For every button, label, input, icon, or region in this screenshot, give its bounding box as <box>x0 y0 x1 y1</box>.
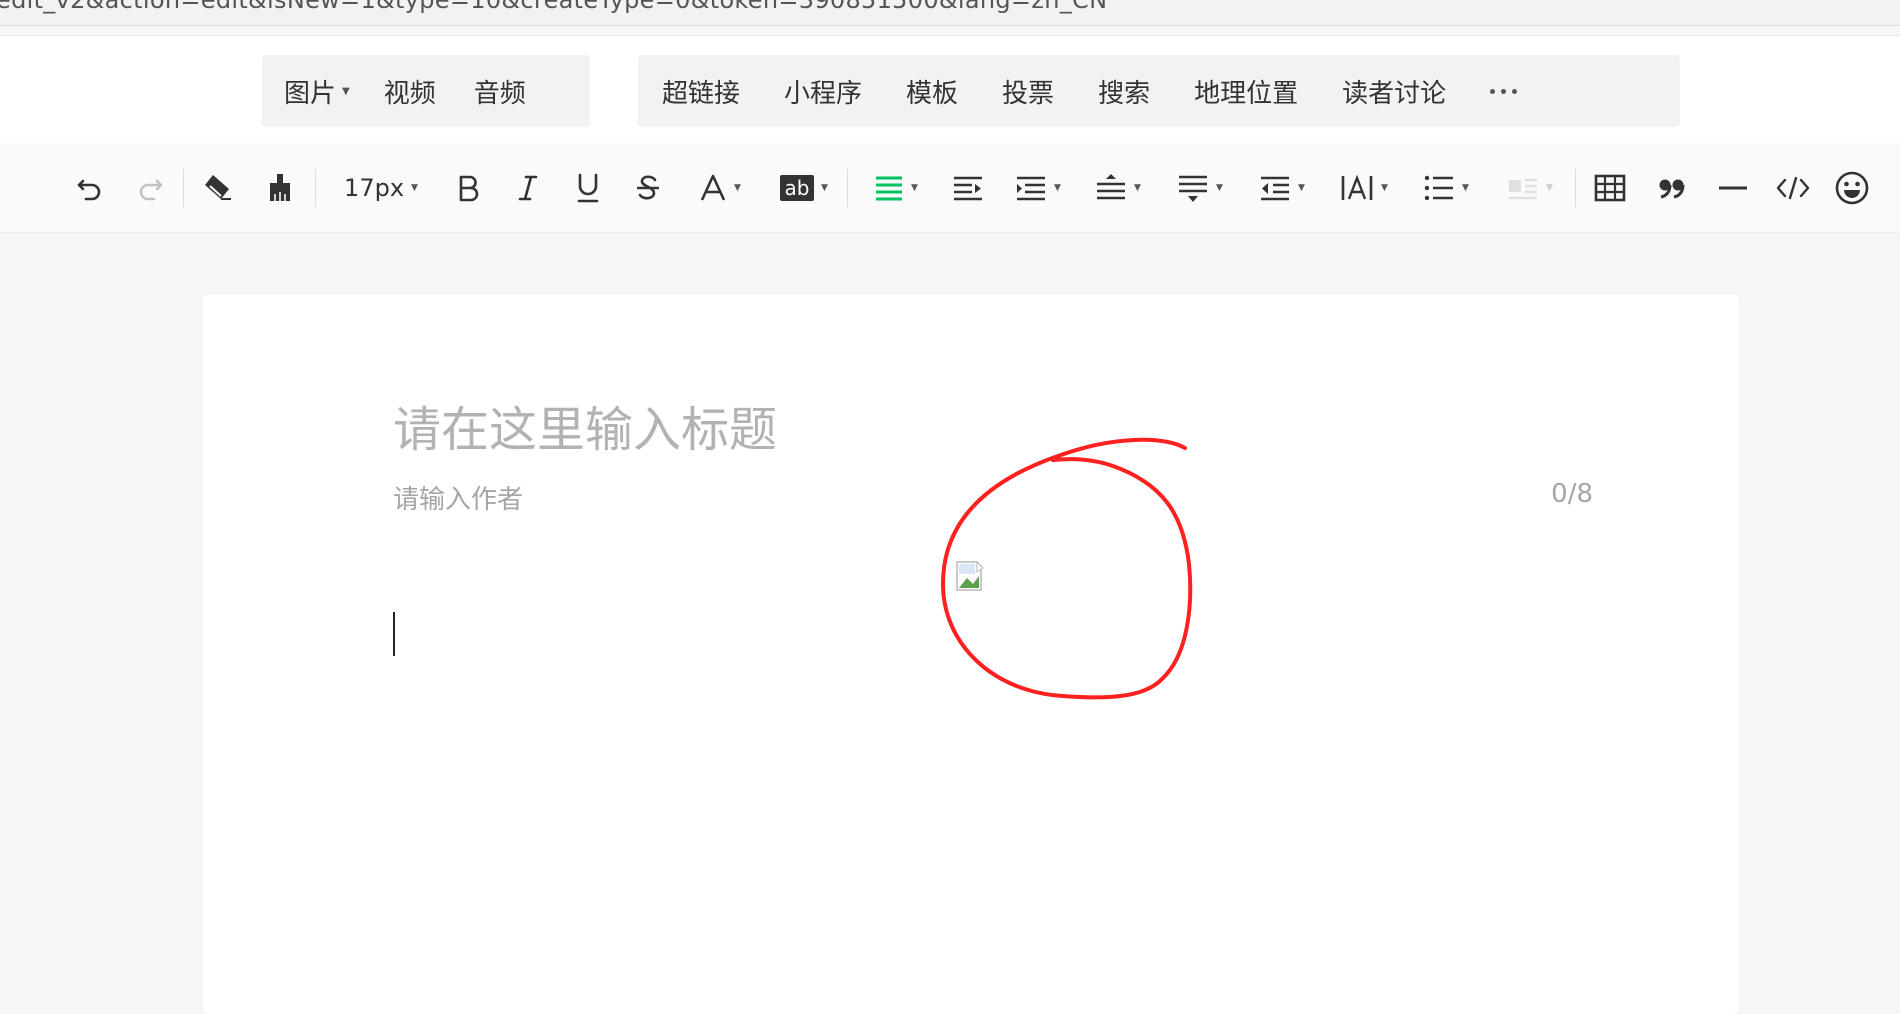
annotation-circle <box>941 437 1193 700</box>
chevron-down-icon: ▼ <box>1216 183 1223 193</box>
more-dots-icon[interactable] <box>1490 88 1518 94</box>
chevron-down-icon: ▼ <box>734 183 741 193</box>
chevron-down-icon: ▼ <box>411 183 418 193</box>
author-char-counter: 0/8 <box>1551 479 1593 509</box>
code-icon[interactable] <box>1773 165 1813 211</box>
chevron-down-icon: ▼ <box>1546 183 1553 193</box>
align-icon[interactable]: ▼ <box>866 165 926 211</box>
author-input[interactable]: 请输入作者 <box>393 479 523 516</box>
insert-audio-button[interactable]: 音频 <box>474 73 526 110</box>
text-indent-icon[interactable]: ▼ <box>1008 165 1068 211</box>
insert-hyperlink-button[interactable]: 超链接 <box>662 73 740 110</box>
chevron-down-icon: ▼ <box>1054 183 1061 193</box>
insert-video-button[interactable]: 视频 <box>384 73 436 110</box>
insert-miniprogram-button[interactable]: 小程序 <box>784 73 862 110</box>
insert-search-button[interactable]: 搜索 <box>1098 73 1150 110</box>
divider-icon[interactable] <box>1713 165 1753 211</box>
chevron-down-icon: ▼ <box>342 85 350 97</box>
background-color-icon[interactable]: ab ▼ <box>772 165 836 211</box>
quote-icon[interactable] <box>1652 165 1692 211</box>
insert-discussion-button[interactable]: 读者讨论 <box>1342 73 1446 110</box>
eraser-icon[interactable] <box>198 165 238 211</box>
insert-image-button[interactable]: 图片 ▼ <box>284 73 350 110</box>
font-size-select[interactable]: 17px ▼ <box>336 165 426 211</box>
emoji-icon[interactable] <box>1830 165 1874 211</box>
list-icon[interactable]: ▼ <box>1416 165 1476 211</box>
insert-toolbar: 图片 ▼ 视频 音频 超链接 小程序 模板 投票 搜索 地理位置 读者讨论 <box>0 35 1900 143</box>
text-cursor[interactable] <box>393 612 395 656</box>
insert-vote-button[interactable]: 投票 <box>1002 73 1054 110</box>
insert-location-button[interactable]: 地理位置 <box>1194 73 1298 110</box>
paragraph-spacing-icon[interactable]: ▼ <box>1170 165 1230 211</box>
insert-template-button[interactable]: 模板 <box>906 73 958 110</box>
chevron-down-icon: ▼ <box>821 183 828 193</box>
url-text: edit_v2&action=edit&isNew=1&type=10&crea… <box>0 0 1108 14</box>
line-indent-icon[interactable]: ▼ <box>1252 165 1312 211</box>
address-bar[interactable]: edit_v2&action=edit&isNew=1&type=10&crea… <box>0 0 1900 26</box>
editor-paper: 请在这里输入标题 请输入作者 0/8 <box>203 294 1739 1014</box>
chevron-down-icon: ▼ <box>1134 183 1141 193</box>
letter-spacing-icon[interactable]: ▼ <box>1334 165 1394 211</box>
format-brush-icon[interactable] <box>260 165 300 211</box>
indent-icon[interactable] <box>948 165 988 211</box>
chevron-down-icon: ▼ <box>1298 183 1305 193</box>
toolbar-divider <box>1575 169 1576 207</box>
widget-group: 超链接 小程序 模板 投票 搜索 地理位置 读者讨论 <box>638 55 1680 127</box>
chevron-down-icon: ▼ <box>1381 183 1388 193</box>
undo-icon[interactable] <box>70 165 110 211</box>
format-toolbar: 17px ▼ ▼ ab ▼ ▼ ▼ ▼ ▼ ▼ ▼ ▼ ▼ <box>0 143 1900 233</box>
italic-icon[interactable] <box>508 165 548 211</box>
toolbar-divider <box>315 169 316 207</box>
underline-icon[interactable] <box>568 165 608 211</box>
media-group: 图片 ▼ 视频 音频 <box>262 55 590 127</box>
image-float-icon[interactable]: ▼ <box>1500 165 1560 211</box>
bold-icon[interactable] <box>448 165 488 211</box>
toolbar-divider <box>847 169 848 207</box>
chevron-down-icon: ▼ <box>911 183 918 193</box>
redo-icon[interactable] <box>130 165 170 211</box>
chevron-down-icon: ▼ <box>1462 183 1469 193</box>
toolbar-divider <box>183 169 184 207</box>
broken-image-icon <box>956 560 984 591</box>
title-input[interactable]: 请在这里输入标题 <box>393 390 777 460</box>
line-spacing-icon[interactable]: ▼ <box>1088 165 1148 211</box>
strikethrough-icon[interactable] <box>628 165 668 211</box>
table-icon[interactable] <box>1590 165 1630 211</box>
font-color-icon[interactable]: ▼ <box>690 165 750 211</box>
